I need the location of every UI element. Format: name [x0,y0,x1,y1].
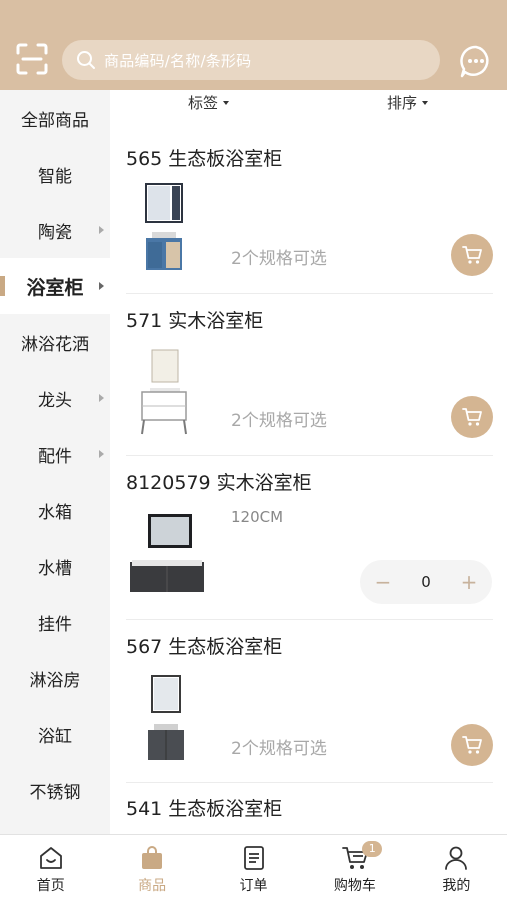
sidebar-item-smart[interactable]: 智能 [0,146,110,202]
sidebar-item-label: 水箱 [38,502,72,523]
sidebar-item-label: 全部商品 [21,110,89,131]
sidebar-item-shower-room[interactable]: 淋浴房 [0,650,110,706]
category-sidebar: 全部商品 智能 陶瓷 浴室柜 淋浴花洒 龙头 配件 水箱 水槽 挂件 淋浴房 浴… [0,90,110,834]
order-list-icon [243,846,264,870]
sidebar-item-label: 陶瓷 [38,222,72,243]
cart-icon [462,246,482,264]
user-icon [445,846,468,870]
product-size: 120CM [231,508,284,526]
sidebar-item-label: 浴室柜 [26,276,84,299]
sidebar-item-label: 龙头 [38,390,72,411]
cart-badge: 1 [362,841,383,857]
tab-mine[interactable]: 我的 [406,835,507,900]
sidebar-item-water-tank[interactable]: 水箱 [0,482,110,538]
sidebar-item-label: 浴缸 [38,726,72,747]
dropdown-arrow-icon [422,100,429,105]
spec-count: 2个规格可选 [231,739,327,759]
search-placeholder: 商品编码/名称/条形码 [104,51,252,70]
tab-products[interactable]: 商品 [101,835,202,900]
tab-label: 购物车 [333,878,376,894]
divider [126,455,493,456]
sidebar-item-ceramics[interactable]: 陶瓷 [0,202,110,258]
divider [126,619,493,620]
product-card[interactable]: 571 实木浴室柜 2个规格可选 [110,300,507,456]
add-to-cart-button[interactable] [451,396,493,438]
expand-arrow-icon [99,394,104,402]
product-card[interactable]: 567 生态板浴室柜 2个规格可选 [110,626,507,783]
tag-filter-label: 标签 [188,94,219,112]
sidebar-item-label: 不锈钢 [29,782,81,803]
product-card[interactable]: 8120579 实木浴室柜 120CM − 0 + [110,462,507,620]
increase-button[interactable]: + [460,570,478,594]
sidebar-item-bathtub[interactable]: 浴缸 [0,706,110,762]
tab-label: 订单 [239,878,268,894]
product-card[interactable]: 541 生态板浴室柜 [110,788,507,834]
home-icon [39,847,62,869]
tab-label: 我的 [442,878,471,894]
sidebar-item-label: 淋浴房 [29,670,81,691]
decrease-button[interactable]: − [374,570,392,594]
tab-cart[interactable]: 1 购物车 [304,835,405,900]
bottom-tab-bar: 首页 商品 订单 1 购物车 我的 [0,834,507,900]
sort-filter[interactable]: 排序 [387,92,429,113]
product-card[interactable]: 565 生态板浴室柜 2个规格可选 [110,138,507,294]
product-image [130,514,204,592]
product-image [141,349,187,435]
expand-arrow-icon [99,226,104,234]
sidebar-item-label: 水槽 [38,558,72,579]
sidebar-item-sink[interactable]: 水槽 [0,538,110,594]
add-to-cart-button[interactable] [451,724,493,766]
spec-count: 2个规格可选 [231,411,327,431]
tab-label: 首页 [36,878,65,894]
sidebar-item-label: 淋浴花洒 [21,334,89,355]
quantity-stepper[interactable]: − 0 + [360,560,492,604]
dropdown-arrow-icon [223,100,230,105]
search-icon [77,51,95,69]
sidebar-item-hardware[interactable]: 挂件 [0,594,110,650]
product-title: 567 生态板浴室柜 [126,636,283,658]
divider [126,782,493,783]
sidebar-item-shower[interactable]: 淋浴花洒 [0,314,110,370]
expand-arrow-icon [99,450,104,458]
tab-orders[interactable]: 订单 [203,835,304,900]
product-image [145,183,183,270]
sidebar-item-label: 挂件 [38,614,72,635]
product-title: 541 生态板浴室柜 [126,798,283,820]
sort-filter-label: 排序 [387,94,418,112]
tab-home[interactable]: 首页 [0,835,101,900]
product-image [148,675,184,760]
sidebar-item-bathroom-cabinet[interactable]: 浴室柜 [0,258,110,314]
tab-label: 商品 [138,878,167,894]
sidebar-item-label: 配件 [38,446,72,467]
tag-filter[interactable]: 标签 [188,92,230,113]
scan-icon[interactable] [14,41,50,77]
cart-icon [462,736,482,754]
add-to-cart-button[interactable] [451,234,493,276]
shopping-bag-icon [142,846,163,869]
sidebar-item-faucet[interactable]: 龙头 [0,370,110,426]
sidebar-item-accessories[interactable]: 配件 [0,426,110,482]
sidebar-item-stainless-steel[interactable]: 不锈钢 [0,762,110,818]
filter-bar: 标签 排序 [110,90,507,114]
spec-count: 2个规格可选 [231,249,327,269]
cart-icon [462,408,482,426]
product-title: 565 生态板浴室柜 [126,148,283,170]
search-input[interactable]: 商品编码/名称/条形码 [62,40,440,80]
product-title: 571 实木浴室柜 [126,310,264,332]
message-icon[interactable] [458,43,494,79]
sidebar-item-all[interactable]: 全部商品 [0,90,110,146]
divider [126,293,493,294]
quantity-value: 0 [421,573,431,591]
sidebar-item-label: 智能 [38,166,72,187]
top-header: 商品编码/名称/条形码 [0,0,507,90]
product-title: 8120579 实木浴室柜 [126,472,312,494]
expand-arrow-icon [99,282,104,290]
